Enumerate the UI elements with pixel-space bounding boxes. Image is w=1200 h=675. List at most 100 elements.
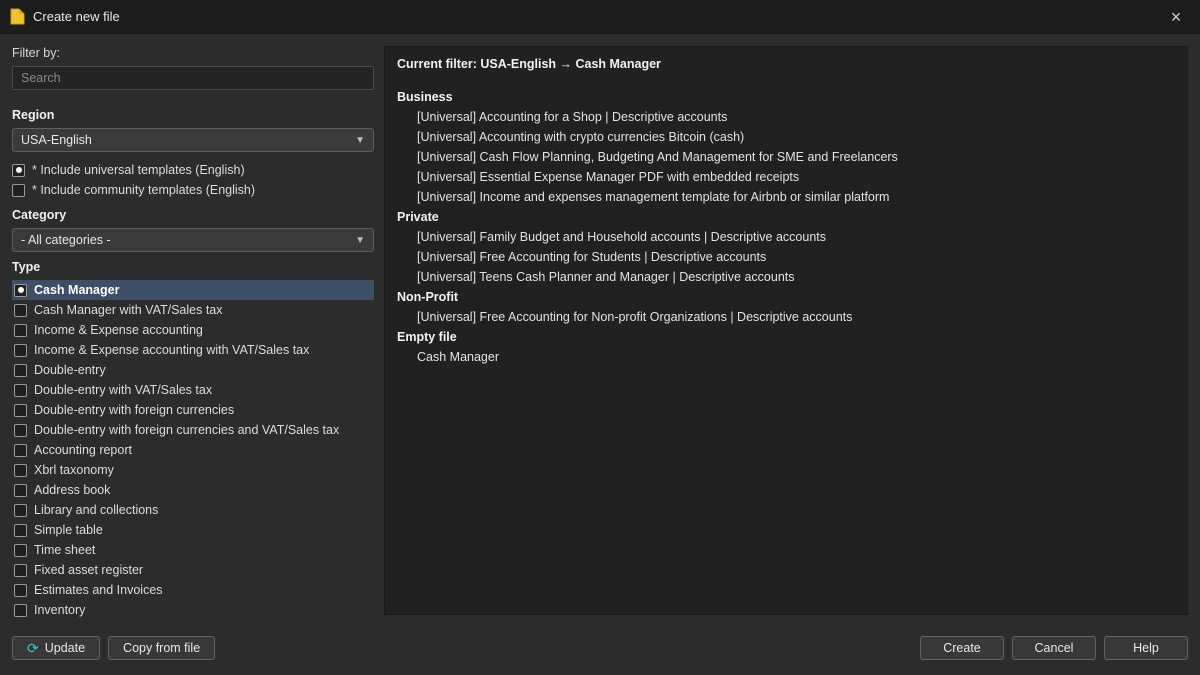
type-item[interactable]: Income & Expense accounting: [12, 320, 374, 340]
type-item-label: Income & Expense accounting: [34, 323, 203, 337]
template-link[interactable]: [Universal] Income and expenses manageme…: [397, 187, 1175, 207]
checkbox-icon[interactable]: [14, 384, 27, 397]
checkbox-icon[interactable]: [14, 284, 27, 297]
search-input[interactable]: [12, 66, 374, 90]
checkbox-icon[interactable]: [12, 164, 25, 177]
region-label: Region: [12, 108, 374, 122]
template-link[interactable]: [Universal] Accounting for a Shop | Desc…: [397, 107, 1175, 127]
type-list: Cash Manager Cash Manager with VAT/Sales …: [12, 280, 374, 620]
checkbox-icon[interactable]: [14, 324, 27, 337]
checkbox-icon[interactable]: [14, 344, 27, 357]
template-link[interactable]: [Universal] Cash Flow Planning, Budgetin…: [397, 147, 1175, 167]
type-item[interactable]: Library and collections: [12, 500, 374, 520]
type-item[interactable]: Accounting report: [12, 440, 374, 460]
checkbox-icon[interactable]: [14, 504, 27, 517]
type-item-label: Accounting report: [34, 443, 132, 457]
group-title: Private: [397, 207, 1175, 227]
footer-left: ⟳ Update Copy from file: [12, 636, 215, 660]
group-title: Business: [397, 87, 1175, 107]
update-button-label: Update: [45, 641, 85, 655]
checkbox-icon[interactable]: [14, 484, 27, 497]
checkbox-icon[interactable]: [14, 584, 27, 597]
cancel-button[interactable]: Cancel: [1012, 636, 1096, 660]
create-button[interactable]: Create: [920, 636, 1004, 660]
category-select-value: - All categories -: [21, 233, 111, 247]
filter-by-label: Filter by:: [12, 46, 374, 60]
type-item[interactable]: Double-entry with foreign currencies and…: [12, 420, 374, 440]
checkbox-icon[interactable]: [14, 544, 27, 557]
checkbox-icon[interactable]: [14, 404, 27, 417]
category-label: Category: [12, 208, 374, 222]
type-item[interactable]: Estimates and Invoices: [12, 580, 374, 600]
chevron-down-icon: ▼: [355, 135, 365, 146]
type-item[interactable]: Address book: [12, 480, 374, 500]
template-link[interactable]: [Universal] Family Budget and Household …: [397, 227, 1175, 247]
region-select-value: USA-English: [21, 133, 92, 147]
region-select[interactable]: USA-English ▼: [12, 128, 374, 152]
checkbox-icon[interactable]: [14, 604, 27, 617]
type-item-label: Simple table: [34, 523, 103, 537]
refresh-icon: ⟳: [27, 641, 39, 655]
include-community-checkbox[interactable]: * Include community templates (English): [12, 180, 374, 200]
type-item-label: Cash Manager: [34, 283, 119, 297]
type-item-label: Xbrl taxonomy: [34, 463, 114, 477]
copy-from-file-button[interactable]: Copy from file: [108, 636, 215, 660]
checkbox-icon[interactable]: [14, 464, 27, 477]
close-icon[interactable]: ×: [1162, 8, 1190, 26]
type-item[interactable]: Time sheet: [12, 540, 374, 560]
checkbox-icon[interactable]: [14, 364, 27, 377]
include-universal-checkbox[interactable]: * Include universal templates (English): [12, 160, 374, 180]
template-groups: Business[Universal] Accounting for a Sho…: [397, 87, 1175, 367]
checkbox-icon[interactable]: [14, 424, 27, 437]
filter-sidebar: Filter by: Region USA-English ▼ * Includ…: [12, 46, 374, 629]
type-item[interactable]: Double-entry with foreign currencies: [12, 400, 374, 420]
type-item-label: Estimates and Invoices: [34, 583, 163, 597]
type-item[interactable]: Inventory: [12, 600, 374, 620]
template-panel: Current filter: USA-English → Cash Manag…: [384, 46, 1188, 615]
type-item[interactable]: Xbrl taxonomy: [12, 460, 374, 480]
type-item-label: Income & Expense accounting with VAT/Sal…: [34, 343, 309, 357]
help-button[interactable]: Help: [1104, 636, 1188, 660]
type-item-label: Library and collections: [34, 503, 158, 517]
update-button[interactable]: ⟳ Update: [12, 636, 100, 660]
checkbox-icon[interactable]: [14, 444, 27, 457]
type-item[interactable]: Cash Manager: [12, 280, 374, 300]
file-icon: [10, 8, 25, 25]
template-link[interactable]: [Universal] Teens Cash Planner and Manag…: [397, 267, 1175, 287]
type-item-label: Fixed asset register: [34, 563, 143, 577]
template-link[interactable]: [Universal] Accounting with crypto curre…: [397, 127, 1175, 147]
type-item[interactable]: Fixed asset register: [12, 560, 374, 580]
type-item-label: Address book: [34, 483, 110, 497]
type-item-label: Double-entry with foreign currencies: [34, 403, 234, 417]
chevron-down-icon: ▼: [355, 235, 365, 246]
template-link[interactable]: Cash Manager: [397, 347, 1175, 367]
window-title: Create new file: [33, 9, 120, 24]
current-filter-text: Current filter: USA-English → Cash Manag…: [397, 57, 1175, 71]
include-universal-label: * Include universal templates (English): [32, 163, 245, 177]
create-new-file-dialog: Create new file × Filter by: Region USA-…: [0, 0, 1200, 675]
footer-bar: ⟳ Update Copy from file Create Cancel He…: [0, 629, 1200, 675]
type-item-label: Double-entry with VAT/Sales tax: [34, 383, 212, 397]
type-item[interactable]: Income & Expense accounting with VAT/Sal…: [12, 340, 374, 360]
template-link[interactable]: [Universal] Essential Expense Manager PD…: [397, 167, 1175, 187]
type-item[interactable]: Simple table: [12, 520, 374, 540]
type-item[interactable]: Cash Manager with VAT/Sales tax: [12, 300, 374, 320]
type-item-label: Time sheet: [34, 543, 95, 557]
type-item[interactable]: Double-entry: [12, 360, 374, 380]
category-select[interactable]: - All categories - ▼: [12, 228, 374, 252]
type-item[interactable]: Double-entry with VAT/Sales tax: [12, 380, 374, 400]
template-link[interactable]: [Universal] Free Accounting for Non-prof…: [397, 307, 1175, 327]
checkbox-icon[interactable]: [14, 524, 27, 537]
checkbox-icon[interactable]: [14, 304, 27, 317]
type-item-label: Double-entry with foreign currencies and…: [34, 423, 339, 437]
include-community-label: * Include community templates (English): [32, 183, 255, 197]
type-label: Type: [12, 260, 374, 274]
type-item-label: Double-entry: [34, 363, 106, 377]
group-title: Non-Profit: [397, 287, 1175, 307]
group-title: Empty file: [397, 327, 1175, 347]
template-link[interactable]: [Universal] Free Accounting for Students…: [397, 247, 1175, 267]
titlebar: Create new file ×: [0, 0, 1200, 34]
checkbox-icon[interactable]: [12, 184, 25, 197]
checkbox-icon[interactable]: [14, 564, 27, 577]
type-item-label: Inventory: [34, 603, 85, 617]
